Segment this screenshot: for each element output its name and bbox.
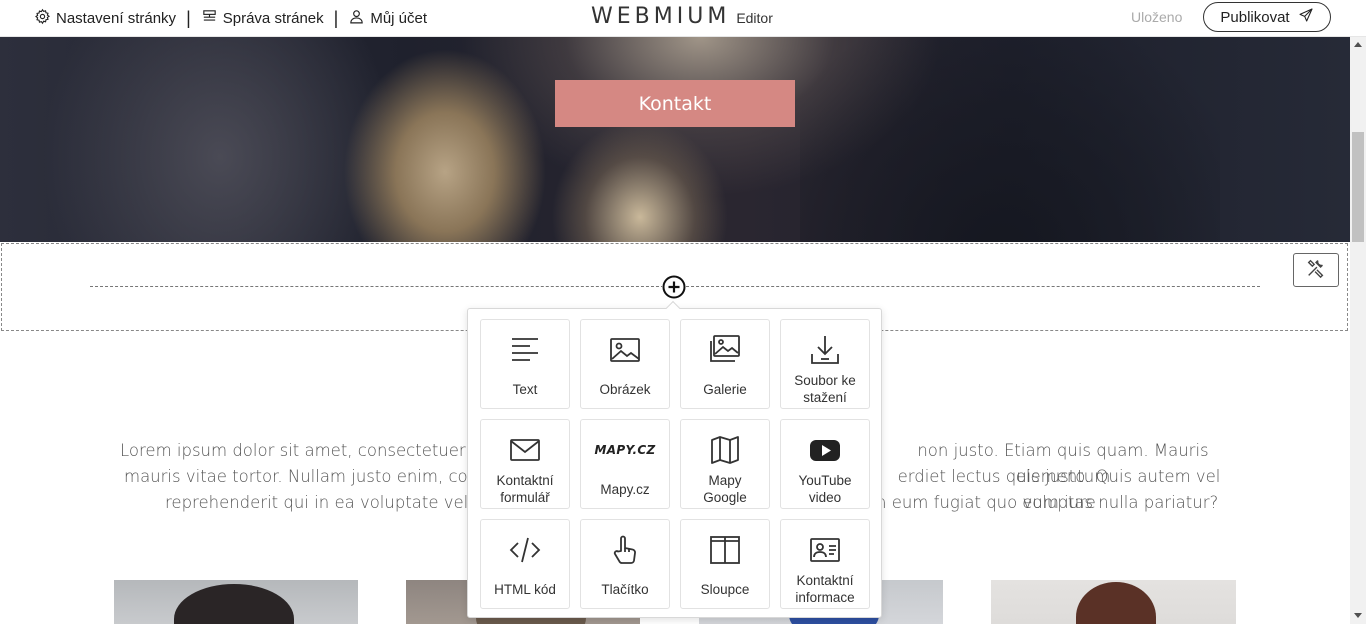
image-icon	[608, 333, 642, 367]
block-mapy-cz[interactable]: MAPY.CZ Mapy.cz	[580, 419, 670, 509]
webmium-logo: WEBMIUM Editor	[591, 4, 773, 29]
scroll-down-arrow-icon[interactable]	[1354, 613, 1362, 618]
page-management-label: Správa stránek	[222, 9, 324, 27]
page-scrollbar[interactable]	[1350, 37, 1366, 624]
envelope-icon	[508, 433, 542, 467]
publish-label: Publikovat	[1220, 8, 1290, 26]
block-button[interactable]: Tlačítko	[580, 519, 670, 609]
send-icon	[1298, 7, 1314, 27]
add-block-button[interactable]	[662, 275, 686, 299]
top-bar: Nastavení stránky | Správa stránek | Můj…	[0, 0, 1366, 37]
block-gallery[interactable]: Galerie	[680, 319, 770, 409]
block-label: Mapy Google	[703, 473, 747, 505]
my-account-link[interactable]: Můj účet	[348, 8, 427, 29]
code-icon	[508, 533, 542, 567]
nav-separator: |	[333, 8, 339, 28]
hero-background-image	[800, 37, 1220, 242]
pages-icon	[201, 8, 218, 29]
page-management-link[interactable]: Správa stránek	[201, 8, 324, 29]
block-label: Obrázek	[599, 382, 651, 397]
team-photo	[114, 580, 358, 624]
block-text[interactable]: Text	[480, 319, 570, 409]
page-settings-link[interactable]: Nastavení stránky	[34, 8, 176, 29]
hand-pointer-icon	[608, 533, 642, 567]
block-label: Tlačítko	[601, 582, 649, 597]
block-download-file[interactable]: Soubor ke stažení	[780, 319, 870, 409]
publish-button[interactable]: Publikovat	[1203, 2, 1331, 32]
paragraph-line-left: Lorem ipsum dolor sit amet, consectetuer…	[120, 441, 520, 460]
block-label: Mapy.cz	[600, 482, 650, 497]
gallery-icon	[708, 333, 742, 367]
columns-icon	[708, 533, 742, 567]
block-label: Text	[512, 382, 538, 397]
block-label: Kontaktní informace	[795, 573, 855, 605]
block-picker-popup: Text Obrázek Galerie Soubor ke stažení Ko…	[467, 300, 882, 618]
top-nav: Nastavení stránky | Správa stránek | Můj…	[34, 0, 427, 36]
map-icon	[708, 433, 742, 467]
save-status: Uloženo	[1131, 9, 1183, 25]
team-photo	[991, 580, 1236, 624]
block-youtube-video[interactable]: YouTube video	[780, 419, 870, 509]
block-label: HTML kód	[494, 582, 556, 597]
paragraph-line-left: mauris vitae tortor. Nullam justo enim, …	[124, 467, 523, 486]
block-label: Soubor ke stažení	[794, 373, 856, 405]
block-contact-form[interactable]: Kontaktní formulář	[480, 419, 570, 509]
block-label: YouTube video	[798, 473, 852, 505]
contact-button[interactable]: Kontakt	[555, 80, 795, 127]
youtube-icon	[808, 433, 842, 467]
block-contact-info[interactable]: Kontaktní informace	[780, 519, 870, 609]
nav-separator: |	[186, 8, 191, 28]
block-label: Sloupce	[700, 582, 750, 597]
plus-circle-icon	[662, 275, 686, 299]
user-icon	[348, 8, 365, 29]
logo-subtitle: Editor	[736, 10, 773, 26]
text-align-icon	[508, 333, 542, 367]
tools-icon	[1305, 257, 1327, 284]
paragraph-line-left: reprehenderit qui in ea voluptate velit …	[165, 493, 512, 512]
hero-section: Kontakt	[0, 37, 1350, 242]
block-label: Galerie	[703, 382, 747, 397]
section-tools-button[interactable]	[1293, 253, 1339, 287]
logo-text: WEBMIUM	[591, 4, 731, 29]
block-html-code[interactable]: HTML kód	[480, 519, 570, 609]
mapy-cz-logo: MAPY.CZ	[595, 433, 656, 467]
gear-icon	[34, 8, 51, 29]
block-google-maps[interactable]: Mapy Google	[680, 419, 770, 509]
my-account-label: Můj účet	[370, 9, 428, 27]
paragraph-line-right: n eum fugiat quo voluptas nulla pariatur…	[876, 493, 1219, 512]
block-image[interactable]: Obrázek	[580, 319, 670, 409]
scroll-thumb[interactable]	[1352, 132, 1364, 242]
contact-card-icon	[808, 533, 842, 567]
scroll-up-arrow-icon[interactable]	[1354, 42, 1362, 47]
mapy-cz-logo-text: MAPY.CZ	[594, 443, 656, 457]
block-label: Kontaktní formulář	[496, 473, 554, 505]
download-icon	[808, 333, 842, 367]
page-settings-label: Nastavení stránky	[56, 9, 177, 27]
block-columns[interactable]: Sloupce	[680, 519, 770, 609]
